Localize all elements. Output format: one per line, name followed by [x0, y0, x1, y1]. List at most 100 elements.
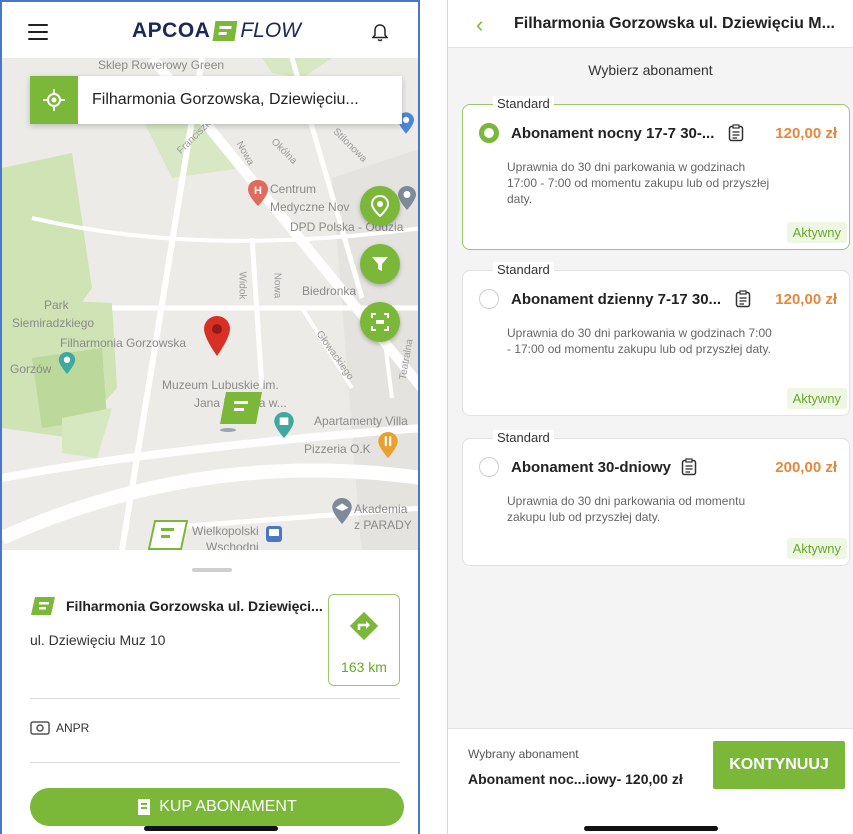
parking-logo-icon: [31, 597, 55, 615]
section-title: Wybierz abonament: [588, 62, 713, 78]
map-label: Wielkopolski: [192, 524, 259, 538]
status-badge: Aktywny: [786, 222, 847, 243]
map-label: Apartamenty Villa: [314, 414, 408, 428]
museum-pin-icon[interactable]: [274, 412, 294, 438]
subscription-name: Abonament nocny 17-7 30-...: [511, 124, 715, 142]
map-label: Centrum: [270, 182, 317, 196]
continue-button[interactable]: KONTYNUUJ: [713, 741, 845, 789]
svg-text:H: H: [254, 185, 262, 197]
filter-icon: [372, 257, 388, 271]
screen-header: ‹ Filharmonia Gorzowska ul. Dziewięciu M…: [448, 0, 853, 48]
subscription-description: Uprawnia do 30 dni parkowania w godzinac…: [507, 326, 772, 356]
map-label: Filharmonia Gorzowska: [60, 336, 187, 350]
place-title-row: Filharmonia Gorzowska ul. Dziewięci...: [30, 596, 323, 616]
map-label: z PARADY: [354, 518, 412, 532]
navigate-button[interactable]: 163 km: [328, 594, 400, 686]
selected-location-pin-icon[interactable]: [204, 316, 230, 356]
location-pin-icon: [371, 195, 389, 217]
transit-icon[interactable]: [266, 526, 282, 542]
app-header: APCOA FLOW: [2, 2, 418, 58]
parking-marker-icon[interactable]: [218, 390, 264, 434]
map-label: Gorzów: [10, 362, 52, 376]
hospital-pin-icon[interactable]: H: [248, 180, 268, 206]
status-badge: Aktywny: [786, 538, 847, 559]
map-label: Sklep Rowerowy Green: [98, 58, 225, 72]
location-search-bar[interactable]: Filharmonia Gorzowska, Dziewięciu...: [30, 76, 402, 124]
scan-icon: [371, 313, 389, 331]
card-header: Abonament dzienny 7-17 30... 120,00 zł: [479, 289, 837, 309]
map-screen: APCOA FLOW Sklep Rowerowy Green Francisz…: [0, 0, 420, 834]
radio-unselected[interactable]: [479, 289, 499, 309]
place-pin-icon[interactable]: [398, 186, 416, 210]
map-label: Pizzeria O.K: [304, 442, 371, 456]
place-name: Filharmonia Gorzowska ul. Dziewięci...: [66, 598, 323, 614]
subscription-card[interactable]: Standard Abonament dzienny 7-17 30... 12…: [462, 262, 850, 416]
card-header: Abonament 30-dniowy 200,00 zł: [479, 457, 837, 477]
menu-icon[interactable]: [28, 24, 48, 40]
ticket-icon: [138, 799, 151, 815]
sheet-handle[interactable]: [192, 568, 232, 572]
selected-subscription-label: Wybrany abonament: [468, 747, 579, 761]
subscription-price: 120,00 zł: [775, 290, 837, 308]
place-address: ul. Dziewięciu Muz 10: [30, 632, 166, 648]
subscription-description: Uprawnia do 30 dni parkowania od momentu…: [507, 494, 746, 524]
card-category: Standard: [493, 430, 554, 445]
subscription-screen: ‹ Filharmonia Gorzowska ul. Dziewięciu M…: [447, 0, 853, 834]
anpr-feature: ANPR: [30, 720, 89, 736]
parking-marker-icon[interactable]: [148, 520, 188, 550]
search-value: Filharmonia Gorzowska, Dziewięciu...: [92, 91, 359, 108]
subscription-list: Wybierz abonament Standard Abonament noc…: [448, 48, 853, 728]
subscription-price: 120,00 zł: [775, 124, 837, 142]
subscription-card[interactable]: Standard Abonament 30-dniowy 200,00 zł U…: [462, 430, 850, 566]
logo-product: FLOW: [240, 19, 302, 42]
card-header: Abonament nocny 17-7 30-... 120,00 zł: [479, 123, 837, 143]
scan-plate-button[interactable]: [360, 302, 400, 342]
buy-subscription-button[interactable]: KUP ABONAMENT: [30, 788, 404, 826]
buy-subscription-label: KUP ABONAMENT: [159, 798, 297, 815]
directions-icon: [349, 611, 379, 641]
divider: [30, 698, 400, 699]
subscription-name: Abonament 30-dniowy: [511, 458, 672, 476]
home-indicator: [144, 826, 278, 831]
parking-pin-button[interactable]: [360, 186, 400, 226]
map-label: Biedronka: [302, 284, 357, 298]
school-pin-icon[interactable]: [332, 498, 352, 524]
crosshair-icon: [43, 89, 65, 111]
map-label: Widok: [236, 271, 248, 300]
map-label: Akademia: [354, 502, 408, 516]
subscription-price: 200,00 zł: [775, 458, 837, 476]
radio-selected[interactable]: [479, 123, 499, 143]
selection-footer: Wybrany abonament Abonament noc...iowy- …: [448, 728, 853, 834]
subscription-card[interactable]: Standard Abonament nocny 17-7 30-... 120…: [462, 96, 850, 250]
radio-unselected[interactable]: [479, 457, 499, 477]
map-view[interactable]: Sklep Rowerowy Green Franciszka Nowa Okó…: [2, 58, 418, 550]
anpr-camera-icon: [30, 721, 50, 735]
map-label: Siemiradzkiego: [12, 316, 95, 330]
map-label: Wschodni: [206, 540, 259, 550]
location-details-sheet: Filharmonia Gorzowska ul. Dziewięci... u…: [2, 550, 418, 834]
apcoa-flow-logo: APCOA FLOW: [132, 19, 301, 43]
distance-value: 163 km: [341, 659, 387, 675]
status-badge: Aktywny: [786, 388, 847, 409]
clipboard-icon[interactable]: [681, 458, 697, 476]
selected-subscription-value: Abonament noc...iowy- 120,00 zł: [468, 771, 683, 787]
restaurant-pin-icon[interactable]: [378, 432, 398, 458]
subscription-description: Uprawnia do 30 dni parkowania w godzinac…: [507, 160, 770, 206]
subscription-name: Abonament dzienny 7-17 30...: [511, 290, 722, 308]
anpr-label: ANPR: [56, 721, 90, 735]
park-pin-icon[interactable]: [58, 352, 76, 374]
map-label: Medyczne Nov: [270, 200, 350, 214]
my-location-button[interactable]: [30, 76, 78, 124]
logo-f-icon: [212, 21, 238, 41]
back-chevron-icon[interactable]: ‹: [476, 12, 483, 38]
clipboard-icon[interactable]: [735, 290, 751, 308]
filter-button[interactable]: [360, 244, 400, 284]
bell-icon[interactable]: [372, 24, 388, 42]
divider: [30, 762, 400, 763]
map-label: Park: [44, 298, 69, 312]
clipboard-icon[interactable]: [728, 124, 744, 142]
logo-brand: APCOA: [132, 19, 211, 42]
card-category: Standard: [493, 262, 554, 277]
home-indicator: [584, 826, 718, 831]
card-category: Standard: [493, 96, 554, 111]
